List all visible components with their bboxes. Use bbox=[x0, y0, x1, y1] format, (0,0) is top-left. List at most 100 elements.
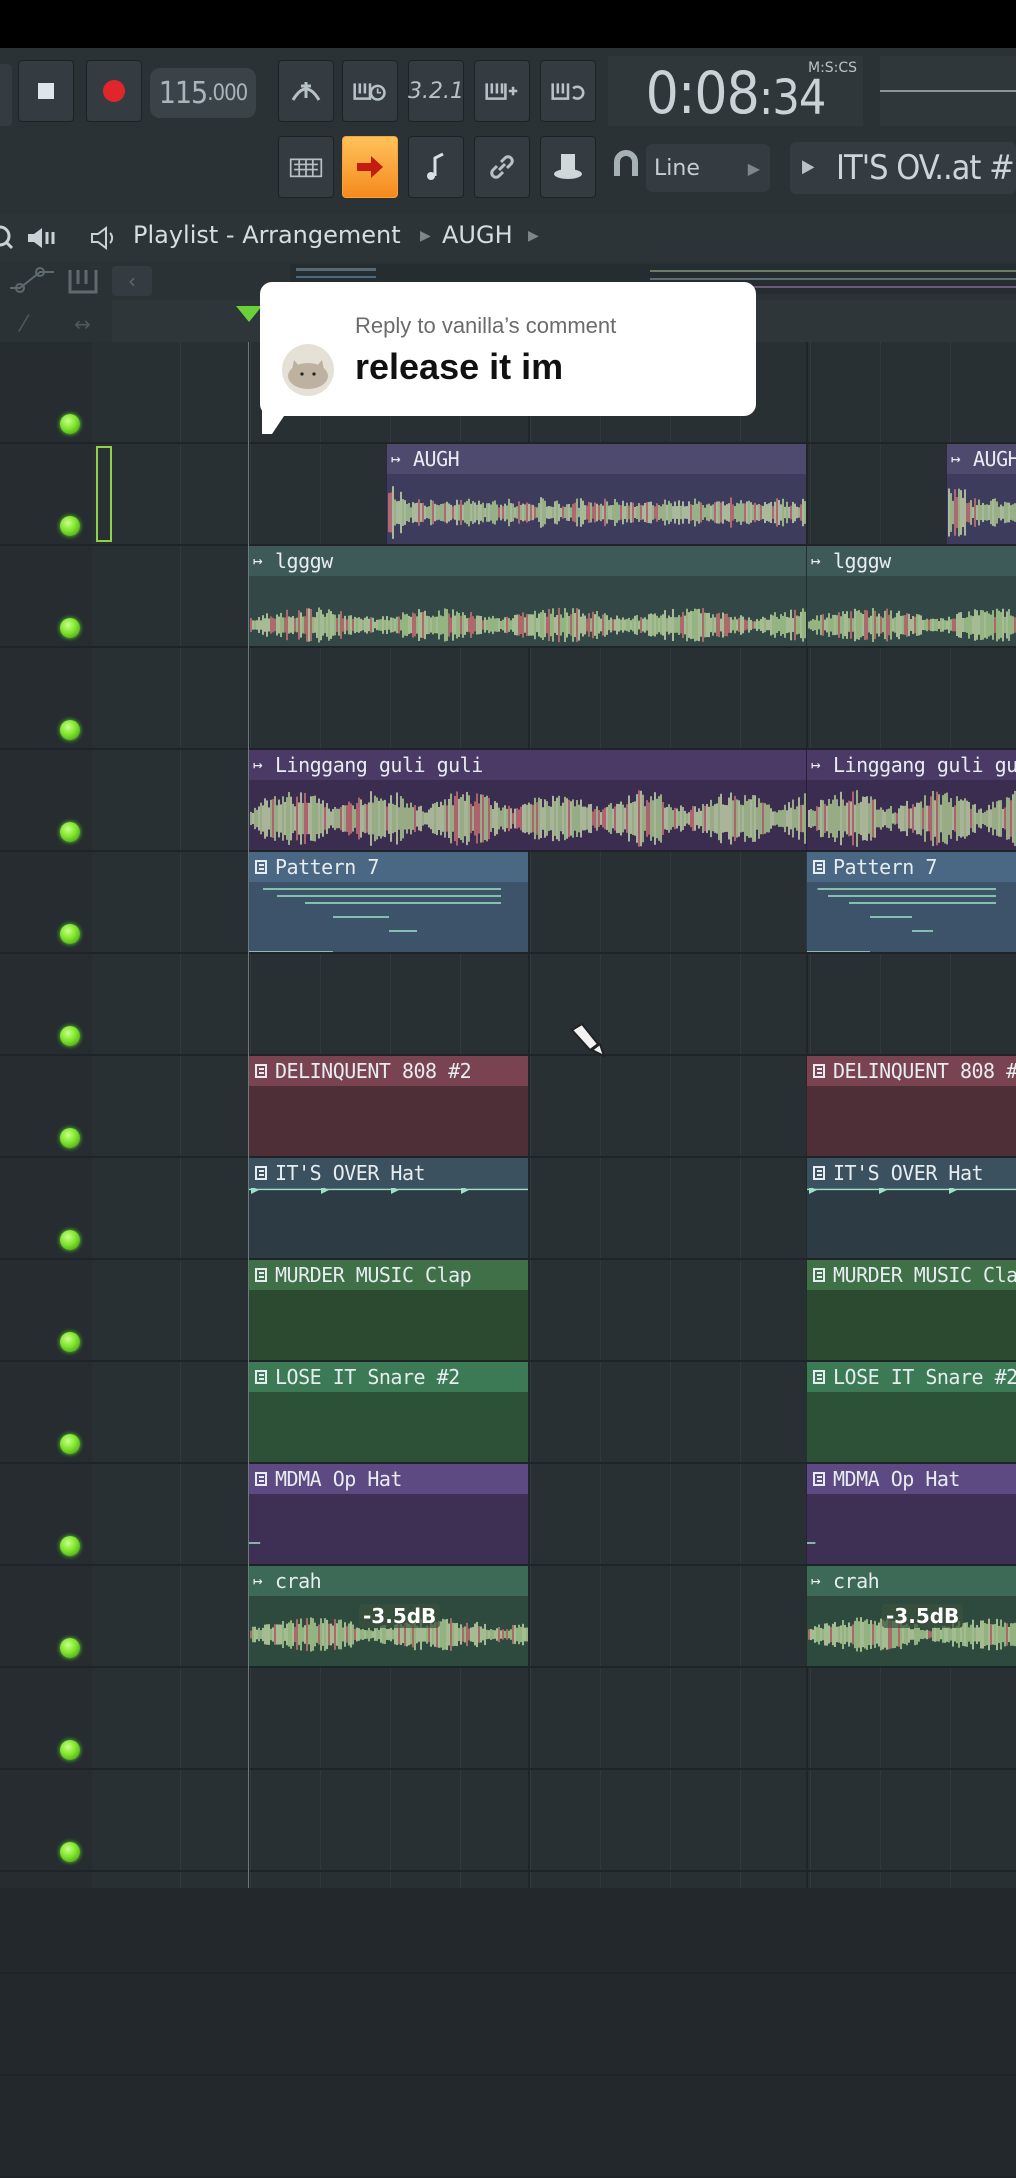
pattern-select[interactable]: ▶ IT'S OV..at #2 bbox=[790, 142, 1016, 194]
audio-clip[interactable]: ↦ crah -3.5dB bbox=[806, 1566, 1016, 1666]
snap-value: Line bbox=[654, 155, 700, 181]
track-mute-led[interactable] bbox=[60, 822, 80, 842]
audio-clip[interactable]: ↦ AUGH bbox=[946, 444, 1016, 544]
curve-tool-icon[interactable] bbox=[10, 266, 54, 296]
track-mute-led[interactable] bbox=[60, 1434, 80, 1454]
pattern-clip[interactable]: MDMA Op Hat bbox=[806, 1464, 1016, 1564]
track-mute-led[interactable] bbox=[60, 924, 80, 944]
pattern-clip-icon bbox=[813, 1472, 825, 1486]
resize-arrows-icon[interactable]: ↔ bbox=[74, 312, 91, 336]
pattern-value: IT'S OV..at #2 bbox=[836, 148, 1016, 188]
clip-name: crah bbox=[833, 1569, 880, 1593]
track-row-divider bbox=[0, 952, 1016, 954]
tempo-display[interactable]: 115.000 bbox=[150, 68, 256, 118]
pattern-clip[interactable]: DELINQUENT 808 #2 bbox=[248, 1056, 528, 1156]
audio-clip[interactable]: ↦ Linggang guli guli bbox=[806, 750, 1016, 850]
audio-clip-icon: ↦ bbox=[951, 449, 961, 468]
pattern-clip-icon bbox=[813, 1166, 825, 1180]
track-mute-led[interactable] bbox=[60, 1230, 80, 1250]
pattern-preview bbox=[249, 1392, 528, 1462]
clip-name: lgggw bbox=[275, 549, 333, 573]
pattern-clip-icon bbox=[813, 1064, 825, 1078]
metronome-icon bbox=[291, 82, 321, 101]
pattern-clip-icon bbox=[255, 1268, 267, 1282]
track-mute-led[interactable] bbox=[60, 414, 80, 434]
audio-clip[interactable]: ↦ Linggang guli guli bbox=[248, 750, 806, 850]
magnet-icon[interactable] bbox=[612, 150, 640, 178]
track-header-column bbox=[0, 342, 92, 1888]
playlist-current-pattern[interactable]: AUGH bbox=[442, 221, 513, 249]
clip-header: MURDER MUSIC Clap bbox=[807, 1260, 1016, 1290]
track-mute-led[interactable] bbox=[60, 1026, 80, 1046]
clip-name: Pattern 7 bbox=[833, 855, 937, 879]
pattern-clip[interactable]: MURDER MUSIC Clap bbox=[806, 1260, 1016, 1360]
track-mute-led[interactable] bbox=[60, 1638, 80, 1658]
comment-reply-label: Reply to vanilla’s comment bbox=[355, 313, 617, 338]
pattern-clip[interactable]: MURDER MUSIC Clap bbox=[248, 1260, 528, 1360]
clip-header: ↦ Linggang guli guli bbox=[249, 750, 806, 780]
audio-clip[interactable]: ↦ lgggw bbox=[806, 546, 1016, 646]
track-mute-led[interactable] bbox=[60, 1536, 80, 1556]
record-button[interactable] bbox=[86, 60, 142, 122]
stop-button[interactable] bbox=[18, 60, 74, 122]
playlist-arrangement-button[interactable] bbox=[342, 136, 398, 198]
link-button[interactable] bbox=[474, 136, 530, 198]
paint-brush-cursor-icon bbox=[568, 1022, 608, 1062]
track-mute-led[interactable] bbox=[60, 516, 80, 536]
wait-for-input-button[interactable] bbox=[342, 60, 398, 122]
step-edit-button[interactable] bbox=[474, 60, 530, 122]
keyboard-loop-icon bbox=[551, 83, 585, 100]
audio-clip[interactable]: ↦ lgggw bbox=[248, 546, 806, 646]
pattern-preview bbox=[249, 1290, 528, 1360]
loop-record-button[interactable] bbox=[540, 60, 596, 122]
track-mute-led[interactable] bbox=[60, 1332, 80, 1352]
track-mute-led[interactable] bbox=[60, 618, 80, 638]
pattern-clip[interactable]: DELINQUENT 808 #2 bbox=[806, 1056, 1016, 1156]
pattern-clip[interactable]: IT'S OVER Hat bbox=[248, 1158, 528, 1258]
track-row-divider bbox=[0, 1972, 1016, 1974]
record-icon bbox=[103, 80, 125, 102]
track-mute-led[interactable] bbox=[60, 1842, 80, 1862]
pattern-preview bbox=[807, 1186, 1016, 1258]
audio-clip-icon: ↦ bbox=[253, 551, 263, 570]
track-row-divider bbox=[0, 1666, 1016, 1668]
link-icon bbox=[490, 155, 514, 179]
audio-clip-icon: ↦ bbox=[253, 755, 263, 774]
playhead-line bbox=[248, 342, 249, 1888]
track-mute-led[interactable] bbox=[60, 1740, 80, 1760]
typing-keyboard-button[interactable] bbox=[278, 136, 334, 198]
audio-clip[interactable]: ↦ crah -3.5dB bbox=[248, 1566, 528, 1666]
waveform bbox=[249, 780, 806, 850]
waveform: -3.5dB bbox=[807, 1596, 1016, 1666]
playhead-marker-icon[interactable] bbox=[236, 306, 262, 322]
track-row-divider bbox=[0, 1870, 1016, 1872]
pattern-clip[interactable]: Pattern 7 bbox=[806, 852, 1016, 952]
arrow-right-icon bbox=[357, 156, 383, 178]
clip-name: Linggang guli guli bbox=[833, 753, 1016, 777]
countdown-button[interactable]: 3.2.1 bbox=[408, 60, 464, 122]
audio-clip[interactable]: ↦ AUGH bbox=[386, 444, 806, 544]
speaker-pause-icon[interactable] bbox=[26, 224, 56, 252]
pattern-clip[interactable]: Pattern 7 bbox=[248, 852, 528, 952]
metronome-button[interactable] bbox=[278, 60, 334, 122]
plugin-picker-button[interactable] bbox=[540, 136, 596, 198]
clip-name: MDMA Op Hat bbox=[275, 1467, 402, 1491]
audio-clip-icon: ↦ bbox=[811, 1571, 821, 1590]
track-mute-led[interactable] bbox=[60, 1128, 80, 1148]
audio-clip-icon: ↦ bbox=[811, 755, 821, 774]
search-icon[interactable] bbox=[0, 224, 14, 252]
pattern-clip[interactable]: MDMA Op Hat bbox=[248, 1464, 528, 1564]
pattern-clip[interactable]: IT'S OVER Hat bbox=[806, 1158, 1016, 1258]
speaker-icon[interactable] bbox=[88, 224, 120, 252]
collapse-arrow-icon[interactable]: ‹ bbox=[112, 266, 152, 296]
track-mute-led[interactable] bbox=[60, 720, 80, 740]
slide-tool-icon[interactable]: ⁄ bbox=[22, 312, 26, 337]
tempo-value: 115 bbox=[158, 75, 209, 111]
snap-select[interactable]: Line ▶ bbox=[646, 144, 770, 192]
piano-tool-icon[interactable] bbox=[68, 268, 98, 294]
stop-icon bbox=[38, 83, 54, 99]
clip-header: MDMA Op Hat bbox=[807, 1464, 1016, 1494]
draw-mode-button[interactable] bbox=[408, 136, 464, 198]
pattern-clip[interactable]: LOSE IT Snare #2 bbox=[248, 1362, 528, 1462]
pattern-clip[interactable]: LOSE IT Snare #2 bbox=[806, 1362, 1016, 1462]
